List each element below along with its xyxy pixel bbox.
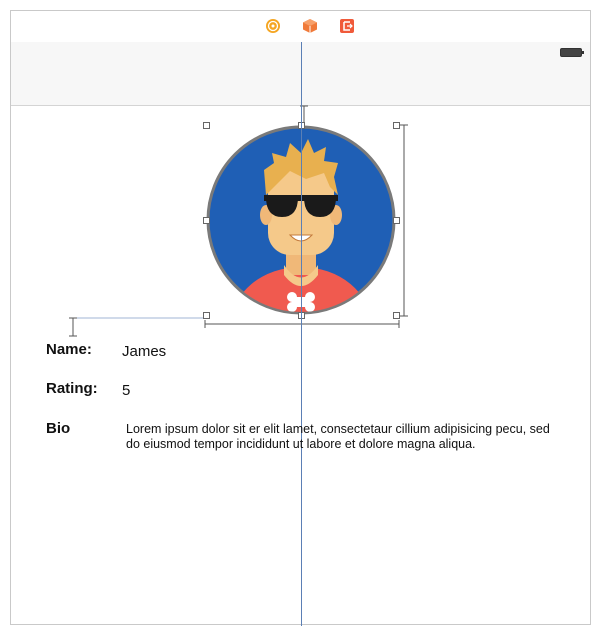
resize-handle-bottom-left[interactable] bbox=[203, 312, 210, 319]
name-label: Name: bbox=[46, 341, 92, 358]
center-alignment-guide bbox=[301, 42, 302, 626]
resize-handle-left[interactable] bbox=[203, 217, 210, 224]
resize-handle-right[interactable] bbox=[393, 217, 400, 224]
rating-label: Rating: bbox=[46, 380, 98, 397]
rating-value: 5 bbox=[122, 382, 131, 399]
bio-label: Bio bbox=[46, 420, 71, 437]
view-controller-scene[interactable]: Name: James Rating: 5 Bio Lorem ipsum do… bbox=[10, 10, 591, 626]
resize-handle-top-left[interactable] bbox=[203, 122, 210, 129]
name-value: James bbox=[122, 343, 167, 360]
resize-handle-top-right[interactable] bbox=[393, 122, 400, 129]
resize-handle-bottom-right[interactable] bbox=[393, 312, 400, 319]
bio-text: Lorem ipsum dolor sit er elit lamet, con… bbox=[126, 422, 550, 451]
